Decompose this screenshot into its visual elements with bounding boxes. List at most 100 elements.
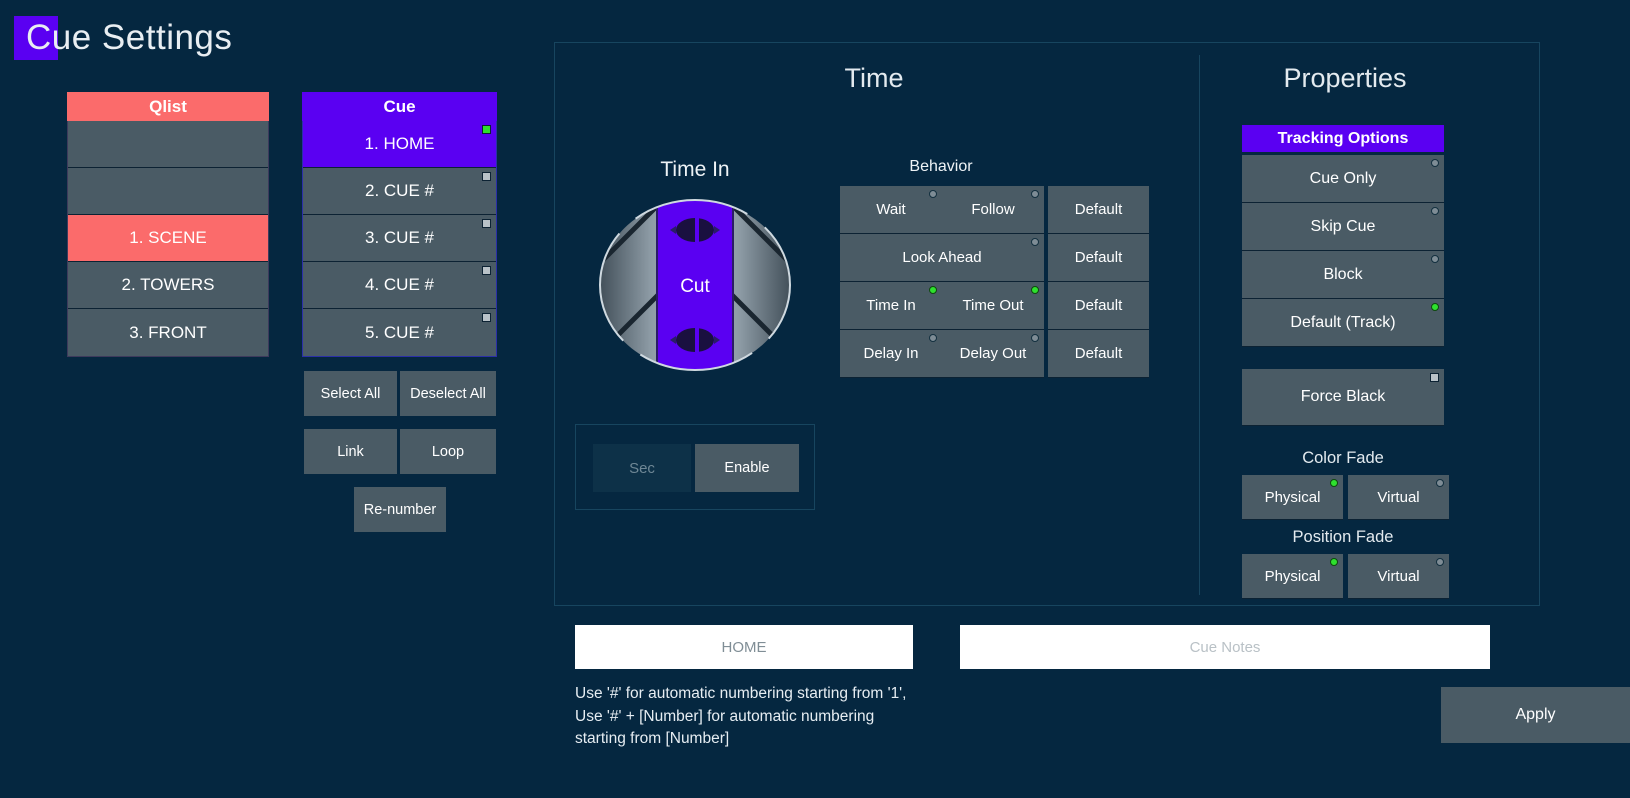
cuelist-items: 1. HOME 2. CUE # 3. CUE # 4. CUE # 5. CUE # <box>302 121 497 357</box>
behavior-follow-button[interactable]: Follow <box>942 186 1044 234</box>
tracking-option-label: Cue Only <box>1309 169 1377 187</box>
tracking-option-skip-cue[interactable]: Skip Cue <box>1242 203 1444 251</box>
cuelist-item-label: 5. CUE # <box>365 322 434 342</box>
behavior-cell-label: Time In <box>866 297 916 314</box>
tracking-option-block[interactable]: Block <box>1242 251 1444 299</box>
tracking-option-led-icon <box>1431 159 1439 167</box>
fade-option-led-icon <box>1436 558 1444 566</box>
cue-settings-window: Cue Settings Qlist 1. SCENE 2. TOWERS 3. F… <box>0 0 1630 798</box>
behavior-default-button[interactable]: Default <box>1048 186 1149 234</box>
cuelist-item[interactable]: 5. CUE # <box>303 309 496 356</box>
cuelist-item[interactable]: 1. HOME <box>303 121 496 168</box>
qlist-items: 1. SCENE 2. TOWERS 3. FRONT <box>67 121 269 357</box>
qlist-item[interactable] <box>68 168 268 215</box>
position-fade-physical-button[interactable]: Physical <box>1242 554 1343 599</box>
cuelist-item-checkbox-icon[interactable] <box>482 266 491 275</box>
color-fade-label: Color Fade <box>1302 449 1384 467</box>
deselect-all-button[interactable]: Deselect All <box>400 371 496 416</box>
behavior-cell-label: Look Ahead <box>902 249 982 266</box>
behavior-delay-in-button[interactable]: Delay In <box>840 330 942 378</box>
behavior-led-icon <box>1031 334 1039 342</box>
renumber-button[interactable]: Re-number <box>354 487 446 532</box>
position-fade-label: Position Fade <box>1292 528 1394 546</box>
fade-option-label: Physical <box>1264 567 1321 585</box>
window-title-bar: Cue Settings <box>14 14 232 62</box>
qlist-header: Qlist <box>67 92 269 121</box>
behavior-cell-label: Follow <box>971 201 1015 218</box>
cuelist-item-checkbox-icon[interactable] <box>482 172 491 181</box>
fade-option-label: Physical <box>1264 488 1321 506</box>
behavior-default-button[interactable]: Default <box>1048 234 1149 282</box>
cuelist-item-checkbox-icon[interactable] <box>482 313 491 322</box>
tracking-option-led-icon <box>1431 303 1439 311</box>
behavior-delay-out-button[interactable]: Delay Out <box>942 330 1044 378</box>
fade-option-led-icon <box>1330 479 1338 487</box>
cue-notes-input[interactable] <box>960 625 1490 669</box>
cuelist-item-checkbox-icon[interactable] <box>482 125 491 134</box>
behavior-cell-label: Delay Out <box>959 345 1027 362</box>
time-duration-box: Enable <box>575 424 815 510</box>
force-black-label: Force Black <box>1300 388 1386 405</box>
dial-value: Cut <box>680 276 710 297</box>
color-fade-physical-button[interactable]: Physical <box>1242 475 1343 520</box>
cuelist-item[interactable]: 4. CUE # <box>303 262 496 309</box>
tracking-option-label: Skip Cue <box>1310 217 1376 235</box>
behavior-time-out-button[interactable]: Time Out <box>942 282 1044 330</box>
tracking-option-cue-only[interactable]: Cue Only <box>1242 155 1444 203</box>
tracking-option-led-icon <box>1431 255 1439 263</box>
cuelist-item-checkbox-icon[interactable] <box>482 219 491 228</box>
behavior-default-button[interactable]: Default <box>1048 282 1149 330</box>
force-black-checkbox-icon[interactable] <box>1430 373 1439 382</box>
link-button[interactable]: Link <box>304 429 397 474</box>
fade-option-label: Virtual <box>1377 567 1420 585</box>
loop-button[interactable]: Loop <box>400 429 496 474</box>
behavior-cell-label: Wait <box>876 201 906 218</box>
behavior-look-ahead-button[interactable]: Look Ahead <box>840 234 1044 282</box>
qlist-panel: Qlist 1. SCENE 2. TOWERS 3. FRONT <box>67 92 269 357</box>
fade-option-led-icon <box>1436 479 1444 487</box>
qlist-item[interactable]: 1. SCENE <box>68 215 268 262</box>
qlist-item[interactable] <box>68 121 268 168</box>
cuelist-item-label: 1. HOME <box>364 134 435 153</box>
color-fade-virtual-button[interactable]: Virtual <box>1348 475 1449 520</box>
seconds-input[interactable] <box>593 444 691 492</box>
tracking-option-default-track[interactable]: Default (Track) <box>1242 299 1444 347</box>
time-in-dial[interactable]: Cut <box>596 199 794 371</box>
behavior-led-icon <box>929 190 937 198</box>
tracking-option-label: Default (Track) <box>1290 313 1396 331</box>
cuelist-item-label: 2. CUE # <box>365 181 434 200</box>
cuelist-header: Cue <box>302 92 497 121</box>
behavior-time-in-button[interactable]: Time In <box>840 282 942 330</box>
apply-button[interactable]: Apply <box>1441 687 1630 743</box>
tracking-option-label: Block <box>1323 265 1363 283</box>
behavior-default-button[interactable]: Default <box>1048 330 1149 378</box>
enable-button[interactable]: Enable <box>695 444 799 492</box>
time-section-title: Time <box>844 63 904 93</box>
cue-name-input[interactable] <box>575 625 913 669</box>
behavior-led-icon <box>1031 238 1039 246</box>
fade-option-label: Virtual <box>1377 488 1420 506</box>
qlist-item[interactable]: 2. TOWERS <box>68 262 268 309</box>
cuelist-item[interactable]: 3. CUE # <box>303 215 496 262</box>
force-black-button[interactable]: Force Black <box>1242 369 1444 426</box>
qlist-item[interactable]: 3. FRONT <box>68 309 268 356</box>
cuelist-panel: Cue 1. HOME 2. CUE # 3. CUE # 4. CUE # 5. CU… <box>302 92 497 357</box>
cuelist-item-label: 3. CUE # <box>365 228 434 247</box>
behavior-wait-button[interactable]: Wait <box>840 186 942 234</box>
cuelist-item-label: 4. CUE # <box>365 275 434 294</box>
behavior-led-icon <box>929 334 937 342</box>
numbering-hint: Use '#' for automatic numbering starting… <box>575 685 907 747</box>
behavior-led-icon <box>1031 286 1039 294</box>
behavior-cell-label: Time Out <box>962 297 1024 314</box>
position-fade-virtual-button[interactable]: Virtual <box>1348 554 1449 599</box>
select-all-button[interactable]: Select All <box>304 371 397 416</box>
behavior-led-icon <box>1031 190 1039 198</box>
behavior-led-icon <box>929 286 937 294</box>
tracking-option-led-icon <box>1431 207 1439 215</box>
tracking-options-header[interactable]: Tracking Options <box>1242 125 1444 152</box>
dial-label: Time In <box>660 158 730 181</box>
behavior-label: Behavior <box>909 158 973 175</box>
panel-divider <box>1199 55 1200 595</box>
cuelist-item[interactable]: 2. CUE # <box>303 168 496 215</box>
page-title: Cue Settings <box>26 18 233 57</box>
